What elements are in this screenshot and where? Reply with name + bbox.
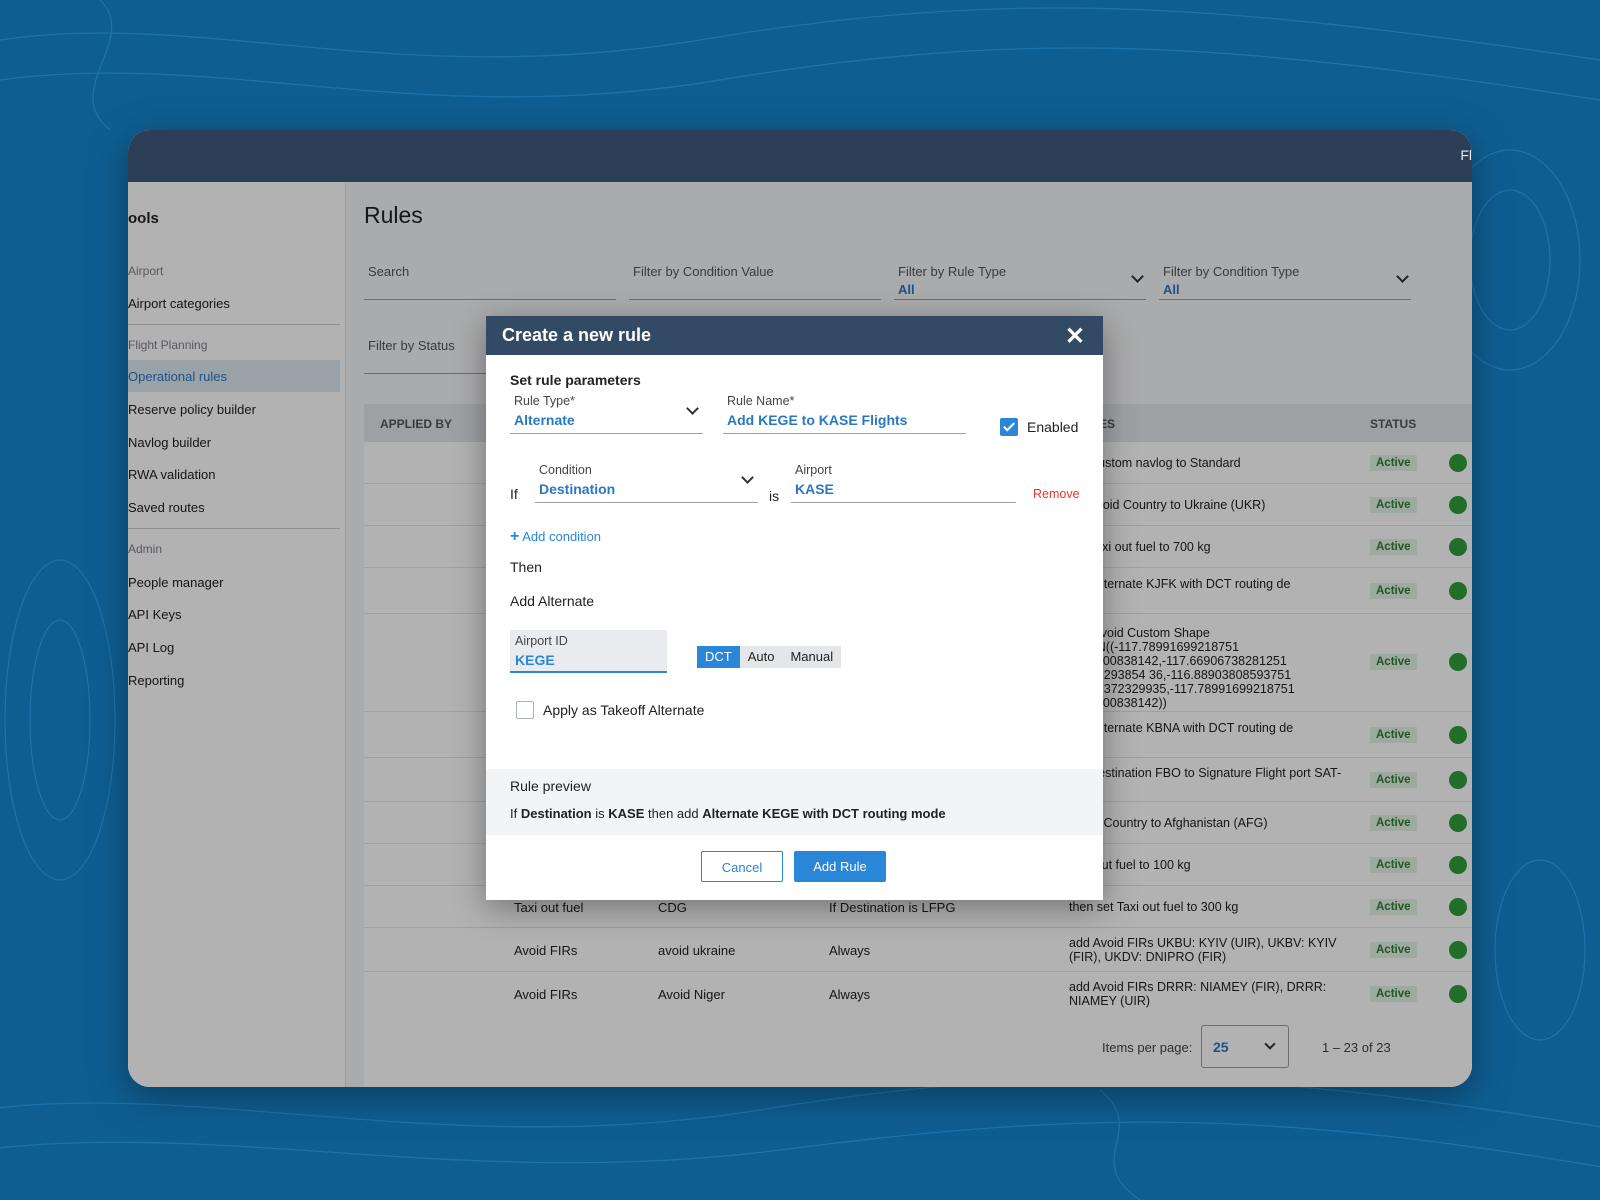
airport-id-input[interactable]: Airport ID KEGE [510, 630, 667, 673]
takeoff-alternate-checkbox[interactable] [516, 701, 534, 719]
enabled-label: Enabled [1027, 419, 1079, 435]
rule-name-input[interactable]: Rule Name* Add KEGE to KASE Flights [723, 390, 966, 434]
enabled-checkbox[interactable] [1000, 418, 1018, 436]
chevron-down-icon [741, 471, 754, 484]
airport-input[interactable]: Airport KASE [791, 459, 1016, 503]
airport-id-value: KEGE [515, 652, 555, 668]
airport-id-label: Airport ID [515, 634, 568, 648]
then-label: Then [510, 559, 542, 575]
condition-label: Condition [539, 463, 592, 477]
dialog-header: Create a new rule ✕ [486, 316, 1103, 355]
routing-mode-auto[interactable]: Auto [739, 646, 783, 668]
airport-label: Airport [795, 463, 832, 477]
topbar-text: Fl [1460, 147, 1472, 163]
if-label: If [510, 486, 518, 502]
rule-type-select[interactable]: Rule Type* Alternate [510, 390, 703, 434]
remove-condition-link[interactable]: Remove [1033, 487, 1080, 501]
add-condition-button[interactable]: + Add condition [510, 528, 601, 546]
rule-name-value: Add KEGE to KASE Flights [727, 412, 908, 428]
create-rule-dialog: Create a new rule ✕ Set rule parameters … [486, 316, 1103, 900]
plus-icon: + [510, 528, 520, 545]
routing-mode-manual[interactable]: Manual [782, 646, 842, 668]
condition-select[interactable]: Condition Destination [535, 459, 758, 503]
chevron-down-icon [686, 402, 699, 415]
action-label: Add Alternate [510, 593, 595, 609]
is-label: is [769, 488, 780, 504]
rule-preview-text: If Destination is KASE then add Alternat… [510, 806, 946, 821]
section-title: Set rule parameters [510, 372, 641, 388]
airport-value: KASE [795, 481, 834, 497]
cancel-button[interactable]: Cancel [701, 851, 783, 882]
rule-type-label: Rule Type* [514, 394, 575, 408]
rule-preview: Rule preview If Destination is KASE then… [486, 769, 1103, 835]
takeoff-alternate-label: Apply as Takeoff Alternate [543, 702, 705, 718]
routing-mode-toggle: DCT Auto Manual [697, 646, 842, 668]
rule-type-value: Alternate [514, 412, 575, 428]
close-icon[interactable]: ✕ [1065, 322, 1085, 351]
add-rule-button[interactable]: Add Rule [794, 851, 886, 882]
dialog-title: Create a new rule [502, 325, 652, 345]
rule-name-label: Rule Name* [727, 394, 795, 408]
rule-preview-title: Rule preview [510, 778, 591, 794]
routing-mode-dct[interactable]: DCT [697, 646, 740, 668]
condition-value: Destination [539, 481, 616, 497]
add-condition-label: Add condition [522, 529, 602, 544]
top-bar: Fl [128, 130, 1472, 182]
